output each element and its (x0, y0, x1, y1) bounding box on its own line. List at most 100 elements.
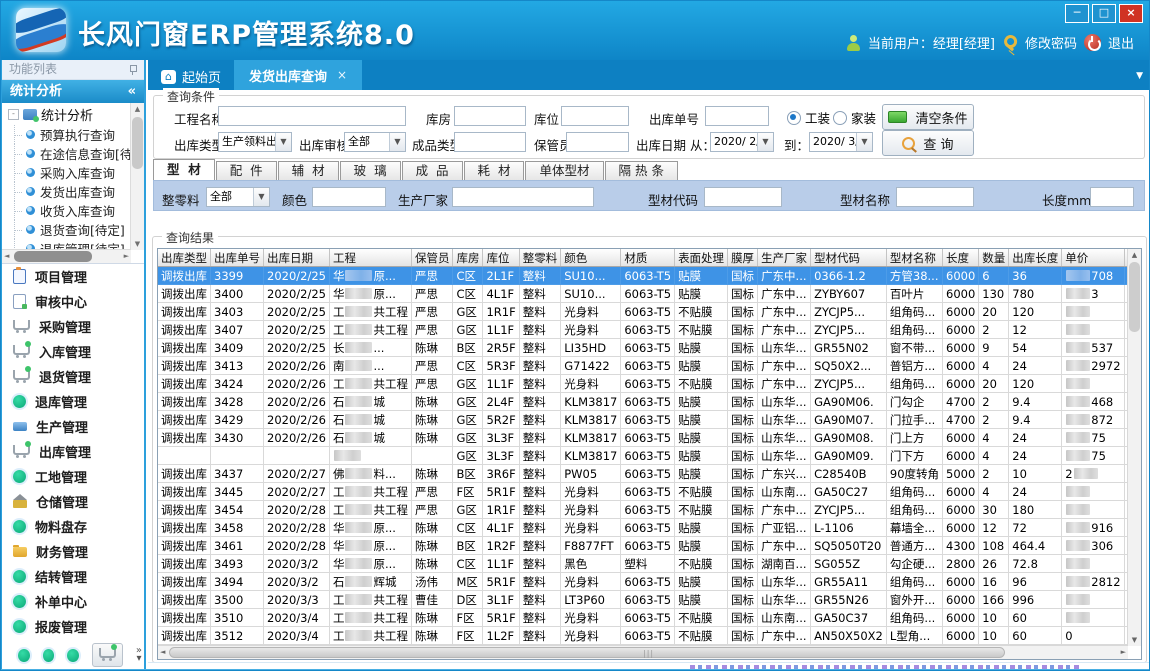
tab-list-dropdown-icon[interactable]: ▼ (1136, 71, 1143, 81)
col-proj[interactable]: 工程 (329, 249, 411, 267)
tab-close-icon[interactable]: × (337, 68, 347, 82)
footer-module-icon[interactable] (43, 649, 55, 662)
tab-home[interactable]: ⌂ 起始页 (148, 63, 234, 90)
col-whole[interactable]: 整零料 (519, 249, 561, 267)
table-row[interactable]: 调拨出库34612020/2/28华原...陈琳B区1R2F整料F8877FT6… (158, 537, 1128, 555)
change-password-link[interactable]: 修改密码 (1025, 33, 1077, 52)
material-tab-7[interactable]: 隔 热 条 (605, 161, 678, 180)
table-row[interactable]: 调拨出库34072020/2/25工共工程严思G区1L1F整料光身料6063-T… (158, 321, 1128, 339)
sidebar-item-9[interactable]: 仓储管理 (2, 489, 144, 514)
col-color[interactable]: 颜色 (561, 249, 621, 267)
material-tab-0[interactable]: 型 材 (153, 159, 215, 180)
sidebar-item-8[interactable]: 工地管理 (2, 464, 144, 489)
material-tab-4[interactable]: 成 品 (402, 161, 463, 180)
tree-vertical-scrollbar[interactable]: ▲▼ (130, 103, 144, 250)
col-surf[interactable]: 表面处理 (675, 249, 728, 267)
table-row[interactable]: 调拨出库34242020/2/26工共工程严思G区1L1F整料光身料6063-T… (158, 375, 1128, 393)
sidebar-item-3[interactable]: 入库管理 (2, 339, 144, 364)
sidebar-item-12[interactable]: 结转管理 (2, 564, 144, 589)
sidebar-item-10[interactable]: 物料盘存 (2, 514, 144, 539)
col-mfr[interactable]: 生产厂家 (758, 249, 811, 267)
col-name[interactable]: 型材名称 (886, 249, 942, 267)
table-row[interactable]: 调拨出库34092020/2/25长...陈琳B区2R5F整料LI35HD606… (158, 339, 1128, 357)
table-row[interactable]: 调拨出库34452020/2/27工共工程严思F区5R1F整料光身料6063-T… (158, 483, 1128, 501)
table-row[interactable]: 调拨出库34292020/2/26石城陈琳G区5R2F整料KLM38176063… (158, 411, 1128, 429)
col-type[interactable]: 出库类型 (158, 249, 211, 267)
col-loc[interactable]: 库位 (483, 249, 519, 267)
tree-root-node[interactable]: - 统计分析 (2, 103, 144, 125)
sidebar-item-5[interactable]: 退库管理 (2, 389, 144, 414)
sidebar-item-13[interactable]: 补单中心 (2, 589, 144, 614)
color-input[interactable] (312, 187, 386, 207)
col-wh[interactable]: 库房 (453, 249, 483, 267)
footer-module-icon[interactable] (67, 649, 79, 662)
keeper-input[interactable] (566, 132, 629, 152)
close-button[interactable]: × (1119, 4, 1143, 23)
manufacturer-input[interactable] (452, 187, 594, 207)
table-row[interactable]: 调拨出库34932020/3/2华原...陈琳C区1L1F整料黑色塑料不贴膜国标… (158, 555, 1128, 573)
profile-code-input[interactable] (704, 187, 782, 207)
col-len[interactable]: 长度 (943, 249, 979, 267)
col-mat[interactable]: 材质 (621, 249, 675, 267)
clear-conditions-button[interactable]: 清空条件 (882, 104, 974, 130)
table-row[interactable]: 调拨出库34302020/2/26石城陈琳G区3L3F整料KLM38176063… (158, 429, 1128, 447)
tree-item-1[interactable]: 在途信息查询[待定] (2, 144, 144, 163)
tab-shipment-query[interactable]: 发货出库查询 × (234, 60, 362, 90)
date-to-picker[interactable]: 2020/ 3/16▼ (809, 132, 873, 152)
col-date[interactable]: 出库日期 (264, 249, 330, 267)
material-tab-5[interactable]: 耗 材 (464, 161, 525, 180)
col-outlen[interactable]: 出库长度 (1009, 249, 1062, 267)
results-vertical-scrollbar[interactable]: ▲▼ (1127, 249, 1141, 646)
table-row[interactable]: 调拨出库34372020/2/27佛料...陈琳B区3R6F整料PW056063… (158, 465, 1128, 483)
sidebar-item-11[interactable]: 财务管理 (2, 539, 144, 564)
warehouse-input[interactable] (454, 106, 526, 126)
profile-name-input[interactable] (896, 187, 974, 207)
col-no[interactable]: 出库单号 (211, 249, 264, 267)
product-type-input[interactable] (454, 132, 526, 152)
table-row[interactable]: 调拨出库34002020/2/25华原...严思C区4L1F整料SU10...6… (158, 285, 1128, 303)
date-from-picker[interactable]: 2020/ 2/16▼ (710, 132, 774, 152)
collapse-icon[interactable]: « (128, 80, 136, 103)
table-row[interactable]: 调拨出库33992020/2/25华原...严思C区2L1F整料SU10...6… (158, 267, 1128, 285)
table-row[interactable]: 调拨出库35002020/3/3工共工程曹佳D区3L1F整料LT3P606063… (158, 591, 1128, 609)
minimize-button[interactable]: ─ (1065, 4, 1089, 23)
sidebar-item-7[interactable]: 出库管理 (2, 439, 144, 464)
tree-expander-icon[interactable]: - (8, 109, 19, 120)
table-row[interactable]: 调拨出库34942020/3/2石辉城汤伟M区5R1F整料光身料6063-T5贴… (158, 573, 1128, 591)
table-row[interactable]: 调拨出库34582020/2/28华原...陈琳C区4L1F整料光身料6063-… (158, 519, 1128, 537)
sidebar-item-1[interactable]: 审核中心 (2, 289, 144, 314)
radio-home[interactable]: 家装 (833, 108, 876, 127)
material-tab-1[interactable]: 配 件 (216, 161, 277, 180)
col-code[interactable]: 型材代码 (811, 249, 887, 267)
sidebar-item-0[interactable]: 项目管理 (2, 264, 144, 289)
whole-piece-select[interactable]: 全部▼ (206, 187, 270, 207)
tree-item-3[interactable]: 发货出库查询 (2, 182, 144, 201)
tree-item-2[interactable]: 采购入库查询 (2, 163, 144, 182)
table-row[interactable]: 调拨出库34542020/2/28工共工程严思G区1R1F整料光身料6063-T… (158, 501, 1128, 519)
sidebar-item-14[interactable]: 报废管理 (2, 614, 144, 639)
sidebar-item-2[interactable]: 采购管理 (2, 314, 144, 339)
project-name-input[interactable] (218, 106, 406, 126)
order-no-input[interactable] (705, 106, 769, 126)
length-input[interactable] (1090, 187, 1134, 207)
material-tab-6[interactable]: 单体型材 (525, 161, 603, 180)
search-button[interactable]: 查 询 (882, 130, 974, 156)
table-row[interactable]: G区3L3F整料KLM38176063-T5贴膜国标山东华...GA90M09.… (158, 447, 1128, 465)
table-row[interactable]: 调拨出库35102020/3/4工共工程陈琳F区5R1F整料光身料6063-T5… (158, 609, 1128, 627)
maximize-button[interactable]: □ (1092, 4, 1116, 23)
location-input[interactable] (561, 106, 629, 126)
table-row[interactable]: 调拨出库35122020/3/4工共工程陈琳F区1L2F整料光身料6063-T5… (158, 627, 1128, 645)
table-row[interactable]: 调拨出库34032020/2/25工共工程严思G区1R1F整料光身料6063-T… (158, 303, 1128, 321)
outbound-type-select[interactable]: 生产领料出库▼ (218, 132, 292, 152)
radio-industrial[interactable]: 工装 (787, 108, 830, 127)
outbound-audit-select[interactable]: 全部▼ (344, 132, 406, 152)
tree-horizontal-scrollbar[interactable]: ◄► (2, 249, 131, 263)
col-qty[interactable]: 数量 (979, 249, 1009, 267)
pin-icon[interactable] (128, 64, 137, 75)
sidebar-item-4[interactable]: 退货管理 (2, 364, 144, 389)
table-row[interactable]: 调拨出库34132020/2/26南...严思C区5R3F整料G71422606… (158, 357, 1128, 375)
material-tab-2[interactable]: 辅 材 (278, 161, 339, 180)
logout-link[interactable]: 退出 (1108, 33, 1134, 52)
stats-group-header[interactable]: 统计分析 « (2, 80, 144, 103)
table-row[interactable]: 调拨出库34282020/2/26石城陈琳G区2L4F整料KLM38176063… (158, 393, 1128, 411)
